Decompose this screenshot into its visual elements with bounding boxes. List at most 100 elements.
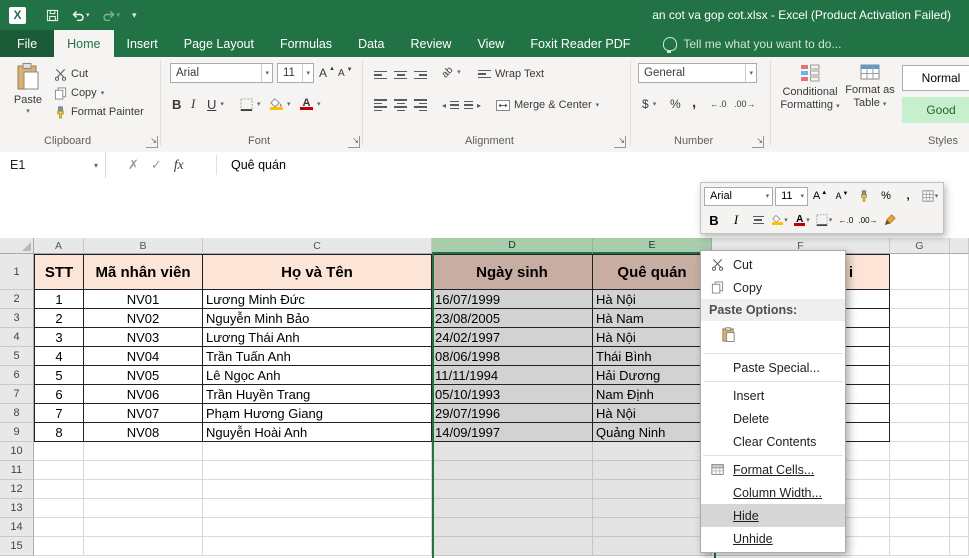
cell-G15[interactable] — [890, 537, 950, 556]
column-header-D[interactable]: D — [432, 238, 593, 254]
cell-B1[interactable]: Mã nhân viên — [84, 254, 203, 290]
cell-X9[interactable] — [950, 423, 969, 442]
font-size-combo[interactable]: 11 ▾ — [277, 63, 314, 83]
increase-font-size-button[interactable]: A ▲ — [319, 64, 335, 82]
cell-X7[interactable] — [950, 385, 969, 404]
context-menu-item-hide[interactable]: Hide — [701, 504, 845, 527]
mini-increase-font-button[interactable]: A ▲ — [810, 186, 830, 206]
context-menu-item-copy[interactable]: Copy — [701, 276, 845, 299]
row-header-14[interactable]: 14 — [0, 518, 34, 537]
cell-X8[interactable] — [950, 404, 969, 423]
cell-style-normal[interactable]: Normal — [902, 65, 969, 91]
align-top-button[interactable] — [374, 66, 387, 84]
cell-G9[interactable] — [890, 423, 950, 442]
name-box-dropdown-icon[interactable]: ▾ — [94, 161, 105, 170]
align-center-button[interactable] — [394, 96, 407, 114]
decrease-font-size-button[interactable]: A ▼ — [338, 64, 353, 82]
mini-format-painter-button[interactable] — [854, 186, 874, 206]
mini-percent-button[interactable]: % — [876, 186, 896, 206]
cell-B9[interactable]: NV08 — [84, 423, 203, 442]
cell-C2[interactable]: Lương Minh Đức — [203, 290, 432, 309]
context-menu-item-format-cells[interactable]: Format Cells... — [701, 458, 845, 481]
cell-E9[interactable]: Quảng Ninh — [593, 423, 712, 442]
context-menu-item-clear-contents[interactable]: Clear Contents — [701, 430, 845, 453]
cell-C10[interactable] — [203, 442, 432, 461]
cell-D11[interactable] — [432, 461, 593, 480]
cell-C9[interactable]: Nguyễn Hoài Anh — [203, 423, 432, 442]
clipboard-dialog-launcher[interactable]: ↘ — [146, 136, 158, 148]
redo-button[interactable]: ▾ — [98, 4, 125, 26]
cell-A11[interactable] — [34, 461, 84, 480]
row-header-1[interactable]: 1 — [0, 254, 34, 290]
cell-E2[interactable]: Hà Nội — [593, 290, 712, 309]
tab-view[interactable]: View — [464, 30, 517, 57]
cell-A6[interactable]: 5 — [34, 366, 84, 385]
decrease-decimal-button[interactable]: .00→ — [734, 95, 756, 113]
row-header-8[interactable]: 8 — [0, 404, 34, 423]
cell-X14[interactable] — [950, 518, 969, 537]
paste-option-keep-formatting-button[interactable] — [715, 323, 741, 349]
accounting-format-button[interactable]: $ ▾ — [642, 95, 656, 113]
cell-C4[interactable]: Lương Thái Anh — [203, 328, 432, 347]
row-header-12[interactable]: 12 — [0, 480, 34, 499]
formula-input[interactable]: Quê quán — [217, 158, 286, 172]
cell-C8[interactable]: Phạm Hương Giang — [203, 404, 432, 423]
cell-D13[interactable] — [432, 499, 593, 518]
cell-B5[interactable]: NV04 — [84, 347, 203, 366]
cell-G13[interactable] — [890, 499, 950, 518]
align-right-button[interactable] — [414, 96, 427, 114]
wrap-text-button[interactable]: Wrap Text — [478, 65, 544, 83]
percent-style-button[interactable]: % — [670, 95, 681, 113]
cell-X5[interactable] — [950, 347, 969, 366]
cell-G10[interactable] — [890, 442, 950, 461]
cell-style-good[interactable]: Good — [902, 97, 969, 123]
row-header-11[interactable]: 11 — [0, 461, 34, 480]
mini-table-format-button[interactable]: ▾ — [920, 186, 940, 206]
cell-G1[interactable] — [890, 254, 950, 290]
context-menu-item-delete[interactable]: Delete — [701, 407, 845, 430]
cell-X2[interactable] — [950, 290, 969, 309]
cell-B14[interactable] — [84, 518, 203, 537]
mini-comma-button[interactable]: , — [898, 186, 918, 206]
cell-C13[interactable] — [203, 499, 432, 518]
cell-E6[interactable]: Hải Dương — [593, 366, 712, 385]
cell-B7[interactable]: NV06 — [84, 385, 203, 404]
mini-borders-button[interactable]: ▾ — [814, 210, 834, 230]
format-as-table-button[interactable]: Format as Table ▾ — [844, 62, 896, 111]
column-header-C[interactable]: C — [203, 238, 432, 254]
increase-decimal-button[interactable]: ←.0 — [710, 95, 727, 113]
cell-C5[interactable]: Trần Tuấn Anh — [203, 347, 432, 366]
cell-X4[interactable] — [950, 328, 969, 347]
tab-home[interactable]: Home — [54, 30, 114, 57]
confirm-entry-icon[interactable]: ✓ — [151, 157, 162, 173]
cell-G14[interactable] — [890, 518, 950, 537]
tab-file[interactable]: File — [0, 30, 55, 57]
cell-G8[interactable] — [890, 404, 950, 423]
save-button[interactable] — [42, 4, 63, 26]
mini-brush-button[interactable] — [880, 210, 900, 230]
number-format-combo[interactable]: General ▾ — [638, 63, 757, 83]
tab-page-layout[interactable]: Page Layout — [171, 30, 267, 57]
cell-B12[interactable] — [84, 480, 203, 499]
cell-B13[interactable] — [84, 499, 203, 518]
cell-E10[interactable] — [593, 442, 712, 461]
column-header-E[interactable]: E — [593, 238, 712, 254]
cell-D7[interactable]: 05/10/1993 — [432, 385, 593, 404]
cell-A4[interactable]: 3 — [34, 328, 84, 347]
cell-D5[interactable]: 08/06/1998 — [432, 347, 593, 366]
cell-B2[interactable]: NV01 — [84, 290, 203, 309]
cell-X13[interactable] — [950, 499, 969, 518]
cell-X10[interactable] — [950, 442, 969, 461]
name-box[interactable]: E1 ▾ — [0, 152, 106, 178]
row-header-13[interactable]: 13 — [0, 499, 34, 518]
tab-formulas[interactable]: Formulas — [267, 30, 345, 57]
row-header-2[interactable]: 2 — [0, 290, 34, 309]
font-dialog-launcher[interactable]: ↘ — [348, 136, 360, 148]
cell-E13[interactable] — [593, 499, 712, 518]
cell-E5[interactable]: Thái Bình — [593, 347, 712, 366]
row-header-10[interactable]: 10 — [0, 442, 34, 461]
undo-button[interactable]: ▾ — [67, 4, 94, 26]
mini-fill-color-button[interactable]: ▾ — [770, 210, 790, 230]
mini-font-name-combo[interactable]: Arial ▾ — [704, 186, 774, 206]
cell-D10[interactable] — [432, 442, 593, 461]
